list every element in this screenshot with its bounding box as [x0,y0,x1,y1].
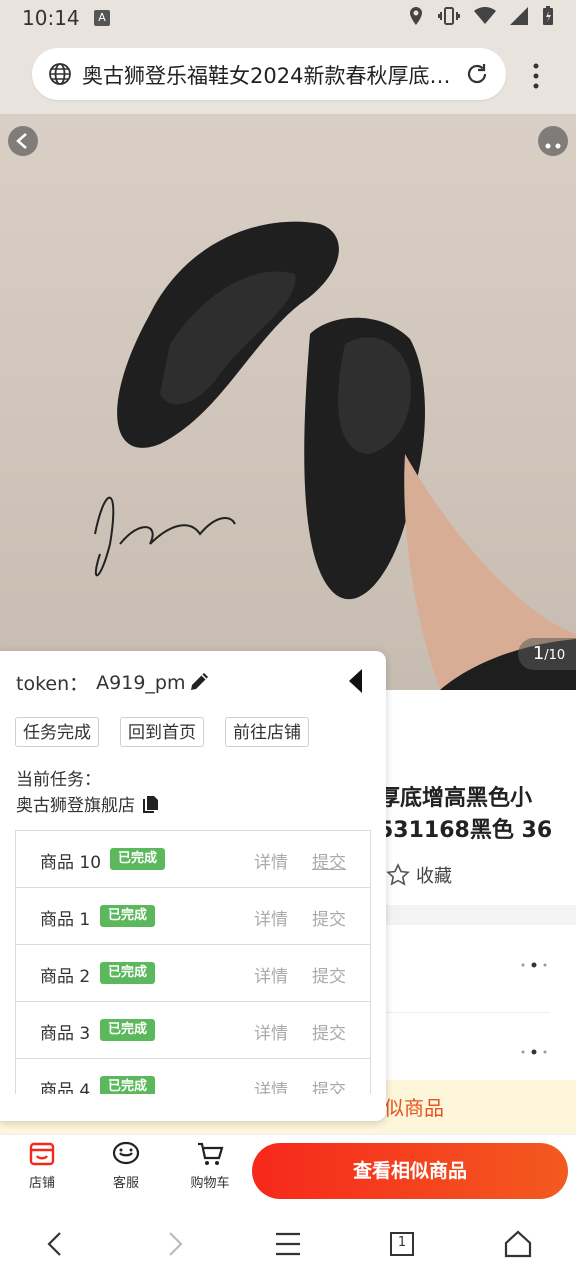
item-name: 商品 2 [40,967,91,987]
submit-link[interactable]: 提交 [312,1076,346,1094]
product-title-line1: 厚底增高黑色小 [378,786,533,811]
image-counter: 1/10 [518,638,576,670]
shop-label: 店铺 [28,1176,55,1191]
menu-nav-icon[interactable] [272,1228,304,1260]
status-badge: 已完成 [100,962,156,984]
reload-icon[interactable] [464,61,490,87]
option-more-icon[interactable] [520,1048,550,1056]
favorite-label: 收藏 [416,866,452,887]
product-title-line2: 531168黑色 36 [378,818,553,843]
page-title[interactable]: 奥古狮登乐福鞋女2024新款春秋厚底增高黑色小皮鞋 [82,60,452,90]
status-badge: 已完成 [100,1076,156,1094]
token-row: token： A919_pm [16,669,185,696]
address-bar[interactable]: 奥古狮登乐福鞋女2024新款春秋厚底增高黑色小皮鞋 [32,48,506,100]
list-item: 商品 1 已完成 详情 提交 [16,888,370,945]
globe-icon [49,63,71,85]
image-counter-current: 1 [532,643,545,664]
detail-link[interactable]: 详情 [254,1076,288,1094]
image-counter-total: /10 [544,648,566,663]
item-name: 商品 10 [40,853,102,873]
more-dots-icon [545,143,561,149]
vibrate-icon [438,6,460,31]
chevron-left-icon [16,133,27,149]
location-icon [408,6,424,31]
detail-link[interactable]: 详情 [254,1019,288,1044]
forward-nav-icon[interactable] [158,1228,190,1260]
option-card [360,925,576,1080]
detail-link[interactable]: 详情 [254,905,288,930]
cart-label: 购物车 [190,1176,230,1191]
browser-toolbar: 奥古狮登乐福鞋女2024新款春秋厚底增高黑色小皮鞋 [0,36,576,114]
signal-icon [510,7,528,30]
more-menu-icon[interactable] [528,62,544,90]
status-time: 10:14 [22,6,80,30]
back-nav-icon[interactable] [40,1228,72,1260]
tabs-nav-button[interactable]: 1 [386,1228,418,1260]
list-item: 商品 2 已完成 详情 提交 [16,945,370,1002]
product-image[interactable] [0,114,576,690]
status-badge: 已完成 [110,848,166,870]
collapse-icon[interactable] [346,667,364,695]
back-home-button[interactable]: 回到首页 [120,717,204,747]
task-list: 商品 10 已完成 详情 提交 商品 1 已完成 详情 提交 商品 2 已完成 … [15,830,371,1094]
service-label: 客服 [112,1176,139,1191]
submit-link[interactable]: 提交 [312,1019,346,1044]
wifi-icon [474,6,496,30]
tab-count: 1 [397,1235,407,1250]
pencil-icon[interactable] [188,669,212,693]
submit-link[interactable]: 提交 [312,905,346,930]
option-more-icon[interactable] [520,961,550,969]
current-task-label: 当前任务： [16,770,101,790]
status-badge: 已完成 [100,905,156,927]
current-shop: 奥古狮登旗舰店 [16,791,161,816]
status-badge: 已完成 [100,1019,156,1041]
item-name: 商品 4 [40,1081,91,1094]
list-item: 商品 10 已完成 详情 提交 [16,831,370,888]
view-similar-button[interactable]: 查看相似商品 [252,1143,568,1199]
shop-name: 奥古狮登旗舰店 [16,796,135,816]
more-button[interactable] [538,126,568,156]
copy-icon[interactable] [141,794,161,814]
accessibility-icon: A [94,10,110,26]
task-complete-button[interactable]: 任务完成 [15,717,99,747]
back-button[interactable] [8,126,38,156]
battery-icon [542,6,554,31]
divider [378,1012,550,1013]
star-icon [386,863,410,886]
detail-link[interactable]: 详情 [254,848,288,873]
task-panel: token： A919_pm 任务完成 回到首页 前往店铺 当前任务： 奥古狮登… [0,651,386,1121]
chat-icon [112,1141,140,1165]
home-nav-icon[interactable] [502,1228,534,1260]
similar-banner-text: 似商品 [384,1096,444,1120]
service-button[interactable]: 客服 [96,1140,156,1191]
token-value: A919_pm [96,671,186,694]
favorite-button[interactable]: 收藏 [386,862,452,888]
cart-button[interactable]: 购物车 [180,1140,240,1191]
list-item: 商品 3 已完成 详情 提交 [16,1002,370,1059]
status-bar: 10:14 A [0,0,576,36]
detail-link[interactable]: 详情 [254,962,288,987]
shop-button[interactable]: 店铺 [12,1140,72,1191]
item-name: 商品 3 [40,1024,91,1044]
shop-icon [29,1142,55,1166]
token-label: token： [16,673,89,695]
shoe-photo [94,221,576,690]
submit-link[interactable]: 提交 [312,962,346,987]
submit-link[interactable]: 提交 [312,848,346,873]
list-item: 商品 4 已完成 详情 提交 [16,1059,370,1094]
status-icons [408,6,554,31]
cart-icon [198,1142,224,1165]
item-name: 商品 1 [40,910,91,930]
go-to-shop-button[interactable]: 前往店铺 [225,717,309,747]
